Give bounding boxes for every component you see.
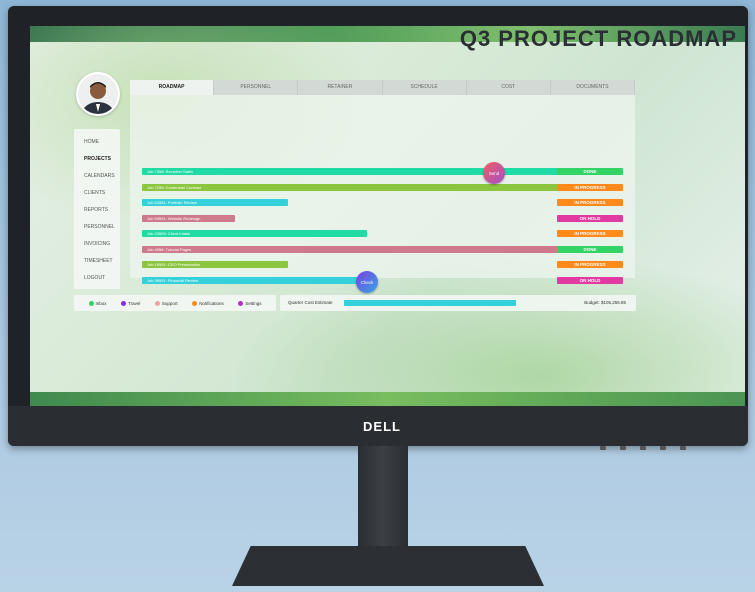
dell-logo: DELL: [363, 419, 401, 434]
screen-bottom-strip: [30, 392, 745, 406]
monitor-screen: [30, 26, 745, 406]
background-wave: [30, 26, 370, 226]
monitor-stand-base: [232, 546, 544, 586]
monitor-stand-neck: [358, 446, 408, 556]
background-wave: [230, 256, 745, 406]
monitor-buttons[interactable]: [600, 437, 730, 450]
